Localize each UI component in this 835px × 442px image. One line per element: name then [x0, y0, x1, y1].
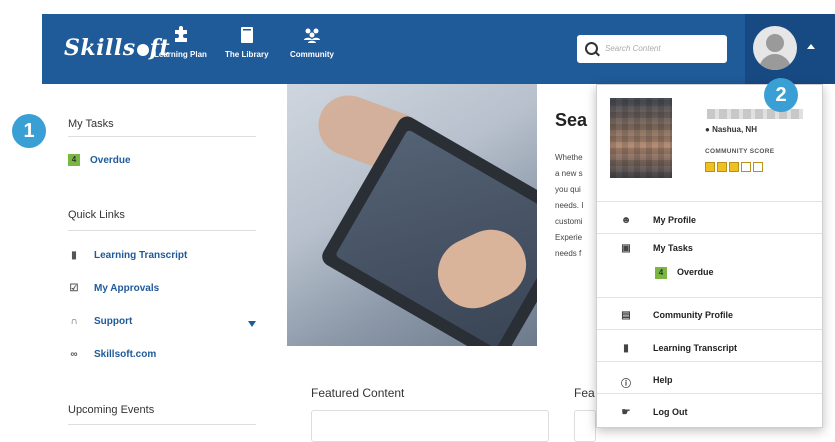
profile-dropdown-menu: ● Nashua, NH COMMUNITY SCORE ☻ My Profil…: [596, 78, 823, 428]
callout-badge-2: 2: [764, 78, 798, 112]
divider: [597, 361, 822, 362]
divider: [68, 424, 256, 425]
sidebar-item-label: Learning Transcript: [94, 250, 188, 261]
menu-item-label: Community Profile: [653, 310, 734, 320]
chevron-down-icon[interactable]: [248, 321, 256, 327]
community-score-label: COMMUNITY SCORE: [705, 148, 775, 155]
overdue-count-badge: 4: [655, 267, 667, 279]
featured-card[interactable]: [311, 410, 549, 442]
divider: [68, 136, 256, 137]
featured-content-heading: Featured Content: [311, 386, 405, 400]
overdue-tasks-link[interactable]: 4 Overdue: [68, 154, 131, 166]
user-location: ● Nashua, NH: [705, 125, 757, 134]
sidebar-item-label: My Approvals: [94, 283, 160, 294]
location-label: Nashua, NH: [712, 125, 757, 134]
menu-item-label: Learning Transcript: [653, 343, 738, 353]
puzzle-icon: [175, 26, 188, 42]
id-card-icon: ▤: [621, 310, 631, 321]
help-icon: ⓘ: [621, 379, 631, 390]
top-navigation-bar: Skills ft Learning Plan The Library Commu…: [42, 14, 835, 84]
overdue-label: Overdue: [90, 154, 131, 166]
search-input[interactable]: Search Content: [605, 44, 661, 53]
sidebar-item-label: Support: [94, 316, 133, 327]
callout-badge-1: 1: [12, 114, 46, 148]
overdue-count-badge: 4: [68, 154, 80, 166]
featured-card[interactable]: [574, 410, 596, 442]
divider: [597, 329, 822, 330]
divider: [597, 233, 822, 234]
score-box: [717, 162, 727, 172]
nav-community[interactable]: Community: [290, 26, 334, 59]
hero-title: Sea: [555, 110, 588, 130]
overdue-label: Overdue: [677, 267, 714, 277]
avatar[interactable]: [753, 26, 797, 70]
hero-text-line: needs f: [555, 249, 582, 258]
hero-text-line: Experie: [555, 233, 583, 242]
nav-label: Community: [290, 50, 334, 59]
hero-text-line: needs. I: [555, 201, 584, 210]
hero-text-line: a new s: [555, 169, 583, 178]
user-name-redacted: [707, 109, 803, 119]
headset-icon: ∩: [70, 316, 78, 327]
people-icon: [304, 28, 320, 43]
score-box: [705, 162, 715, 172]
score-box: [729, 162, 739, 172]
profile-photo: [610, 98, 672, 178]
my-tasks-heading: My Tasks: [68, 118, 114, 130]
sidebar-item-skillsoft-com[interactable]: ∞ Skillsoft.com: [68, 349, 156, 360]
hero-image: [287, 84, 537, 346]
community-score-rating: [705, 162, 763, 172]
score-box: [741, 162, 751, 172]
logo-dot: [136, 44, 149, 56]
featured-heading-2: Fea: [574, 386, 595, 400]
sidebar-item-support[interactable]: ∩ Support: [68, 316, 132, 327]
nav-learning-plan[interactable]: Learning Plan: [154, 26, 207, 59]
divider: [597, 297, 822, 298]
hero-text-line: you qui: [555, 185, 581, 194]
link-icon: ∞: [70, 349, 78, 360]
logout-icon: ☛: [621, 407, 631, 418]
divider: [597, 393, 822, 394]
location-pin-icon: ●: [705, 125, 710, 134]
hero-text-line: Whethe: [555, 153, 583, 162]
transcript-icon: ▮: [623, 343, 629, 354]
nav-label: Learning Plan: [154, 50, 207, 59]
hero-text-line: customi: [555, 217, 583, 226]
menu-item-label: My Profile: [653, 215, 697, 225]
sidebar-item-my-approvals[interactable]: ☑ My Approvals: [68, 283, 160, 294]
person-icon: ☻: [620, 215, 632, 226]
user-menu-toggle[interactable]: [745, 14, 835, 84]
divider: [68, 230, 256, 231]
search-icon: [585, 42, 598, 55]
hero-description: Whethe a new s you qui needs. I customi …: [555, 150, 597, 262]
score-box: [753, 162, 763, 172]
book-icon: [240, 27, 253, 43]
caret-up-icon: [807, 44, 815, 49]
clipboard-icon: ▣: [621, 243, 631, 254]
nav-label: The Library: [225, 50, 269, 59]
menu-overdue-row: 4 Overdue: [655, 267, 714, 279]
menu-item-label: Help: [653, 375, 673, 385]
quick-links-heading: Quick Links: [68, 209, 125, 221]
logo-text-part-1: Skills: [64, 35, 136, 61]
avatar-body: [759, 54, 791, 70]
checkbox-icon: ☑: [69, 283, 79, 294]
sidebar: My Tasks 4 Overdue Quick Links ▮ Learnin…: [42, 84, 286, 430]
sidebar-item-label: Skillsoft.com: [94, 349, 157, 360]
transcript-icon: ▮: [71, 250, 77, 261]
upcoming-events-heading: Upcoming Events: [68, 404, 155, 416]
avatar-head: [766, 34, 784, 52]
search-box[interactable]: Search Content: [577, 35, 727, 63]
nav-the-library[interactable]: The Library: [225, 26, 269, 59]
menu-item-label: My Tasks: [653, 243, 693, 253]
divider: [597, 201, 822, 202]
sidebar-item-learning-transcript[interactable]: ▮ Learning Transcript: [68, 250, 187, 261]
menu-item-label: Log Out: [653, 407, 688, 417]
